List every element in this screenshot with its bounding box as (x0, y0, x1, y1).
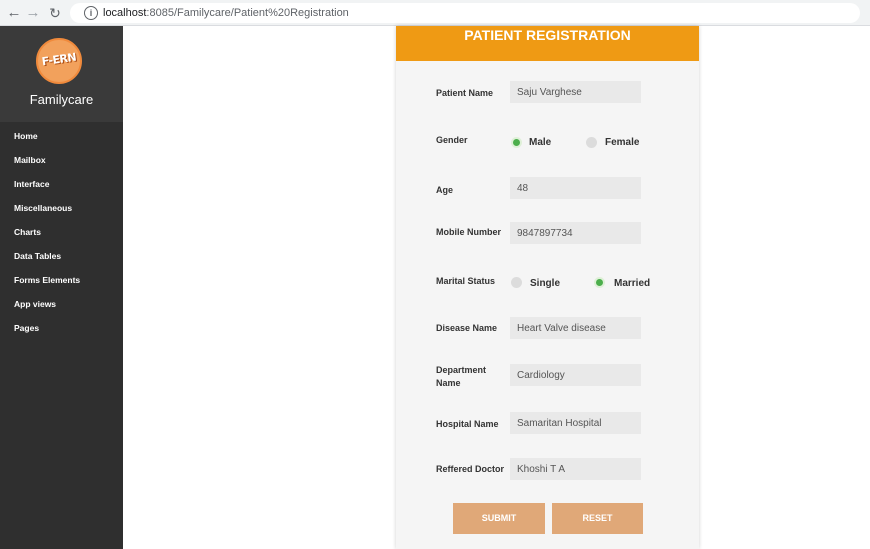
patient-name-label: Patient Name (436, 88, 494, 98)
sidebar-item-miscellaneous[interactable]: Miscellaneous (0, 200, 123, 224)
marital-status-label: Marital Status (436, 276, 496, 286)
sidebar-item-data-tables[interactable]: Data Tables (0, 248, 123, 272)
marital-single-label[interactable]: Single (530, 277, 560, 290)
url-text[interactable]: localhost:8085/Familycare/Patient%20Regi… (103, 5, 349, 21)
department-name-label: Department Name (436, 365, 487, 388)
patient-name-input[interactable] (510, 81, 641, 103)
sidebar-item-interface[interactable]: Interface (0, 176, 123, 200)
registration-form: PATIENT REGISTRATION Patient Name Gender… (396, 26, 699, 549)
reload-icon[interactable]: ↻ (47, 4, 63, 22)
forward-arrow-icon[interactable]: → (25, 4, 41, 22)
sidebar: F-ERN Familycare Home Mailbox Interface … (0, 26, 123, 549)
sidebar-menu: Home Mailbox Interface Miscellaneous Cha… (0, 128, 123, 344)
gender-female-radio[interactable] (586, 137, 597, 148)
submit-button[interactable]: SUBMIT (453, 503, 545, 534)
sidebar-item-pages[interactable]: Pages (0, 320, 123, 344)
address-bar[interactable]: i localhost:8085/Familycare/Patient%20Re… (70, 3, 860, 23)
referred-doctor-input[interactable] (510, 458, 641, 480)
disease-name-input[interactable] (510, 317, 641, 339)
back-arrow-icon[interactable]: ← (6, 4, 22, 22)
mobile-number-label: Mobile Number (436, 227, 502, 237)
marital-married-radio[interactable] (594, 277, 605, 288)
hospital-name-input[interactable] (510, 412, 641, 434)
browser-toolbar: ← → ↻ i localhost:8085/Familycare/Patien… (0, 0, 870, 26)
age-input[interactable] (510, 177, 641, 199)
disease-name-label: Disease Name (436, 323, 498, 333)
brand-logo[interactable]: F-ERN (36, 38, 82, 84)
sidebar-item-charts[interactable]: Charts (0, 224, 123, 248)
marital-married-label[interactable]: Married (614, 277, 650, 290)
gender-male-radio[interactable] (511, 137, 522, 148)
form-header: PATIENT REGISTRATION (396, 26, 699, 61)
gender-label: Gender (436, 135, 468, 145)
reset-button[interactable]: RESET (552, 503, 643, 534)
form-title: PATIENT REGISTRATION (464, 27, 631, 43)
age-label: Age (436, 185, 454, 195)
gender-male-label[interactable]: Male (529, 136, 551, 149)
sidebar-item-home[interactable]: Home (0, 128, 123, 152)
mobile-number-input[interactable] (510, 222, 641, 244)
gender-female-label[interactable]: Female (605, 136, 639, 149)
info-icon[interactable]: i (84, 6, 98, 20)
marital-single-radio[interactable] (511, 277, 522, 288)
hospital-name-label: Hospital Name (436, 419, 499, 429)
brand-area: F-ERN Familycare (0, 26, 123, 122)
sidebar-item-app-views[interactable]: App views (0, 296, 123, 320)
brand-name[interactable]: Familycare (0, 92, 123, 107)
sidebar-item-forms-elements[interactable]: Forms Elements (0, 272, 123, 296)
sidebar-item-mailbox[interactable]: Mailbox (0, 152, 123, 176)
logo-text: F-ERN (41, 50, 77, 69)
department-name-input[interactable] (510, 364, 641, 386)
referred-doctor-label: Reffered Doctor (436, 464, 505, 474)
